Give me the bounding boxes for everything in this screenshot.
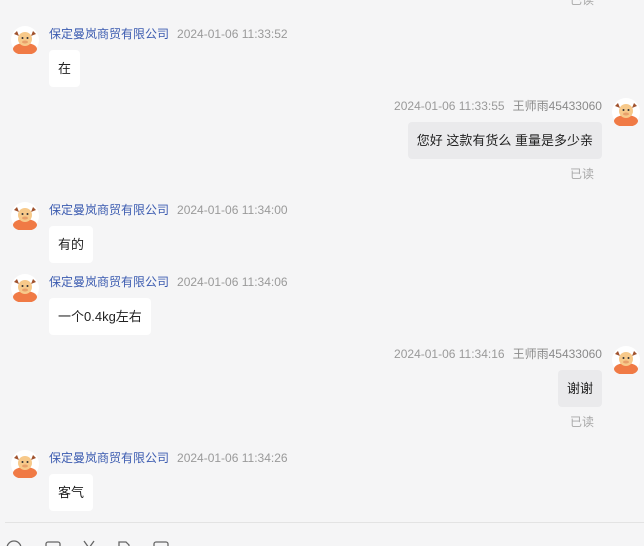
message-time: 2024-01-06 11:34:26 [177,451,288,465]
sender-name[interactable]: 保定曼岚商贸有限公司 [49,274,169,290]
message-time: 2024-01-06 11:34:16 [394,347,505,361]
message-time: 2024-01-06 11:33:55 [394,99,505,113]
read-status: 已读 [569,0,594,7]
message-time: 2024-01-06 11:33:52 [177,27,288,41]
message-meta: 保定曼岚商贸有限公司 2024-01-06 11:34:26 [49,450,288,466]
cartoon-bull-avatar-icon[interactable] [612,98,640,127]
message-bubble[interactable]: 谢谢 [557,370,602,407]
message-time: 2024-01-06 11:34:06 [177,275,288,289]
file-icon[interactable] [116,539,132,546]
message-bubble[interactable]: 客气 [49,474,94,511]
input-divider [5,522,644,523]
message-meta: 保定曼岚商贸有限公司 2024-01-06 11:34:00 [49,202,288,218]
message-bubble[interactable]: 您好 这款有货么 重量是多少亲 [407,122,602,159]
sender-name[interactable]: 保定曼岚商贸有限公司 [49,26,169,42]
image-icon[interactable] [45,539,61,546]
message-meta: 2024-01-06 11:33:55 王师雨45433060 [394,98,602,114]
cartoon-bull-avatar-icon[interactable] [612,346,640,375]
sender-name[interactable]: 保定曼岚商贸有限公司 [49,450,169,466]
message-meta: 保定曼岚商贸有限公司 2024-01-06 11:34:06 [49,274,288,290]
cartoon-bull-avatar-icon[interactable] [11,274,39,303]
cartoon-bull-avatar-icon[interactable] [11,450,39,479]
message-meta: 保定曼岚商贸有限公司 2024-01-06 11:33:52 [49,26,288,42]
cartoon-bull-avatar-icon[interactable] [11,26,39,55]
read-status: 已读 [569,167,594,181]
sender-name[interactable]: 王师雨45433060 [513,346,602,362]
message-meta: 2024-01-06 11:34:16 王师雨45433060 [394,346,602,362]
more-icon[interactable] [153,539,169,546]
chat-window: 已读 保定曼岚商贸有限公司 2024-01-06 11:33:52 在 2024… [0,0,644,546]
read-status: 已读 [569,415,594,429]
sender-name[interactable]: 保定曼岚商贸有限公司 [49,202,169,218]
sender-name[interactable]: 王师雨45433060 [513,98,602,114]
scissors-icon[interactable] [81,539,97,546]
message-time: 2024-01-06 11:34:00 [177,203,288,217]
message-bubble[interactable]: 在 [49,50,81,87]
cartoon-bull-avatar-icon[interactable] [11,202,39,231]
message-bubble[interactable]: 一个0.4kg左右 [49,298,151,335]
message-bubble[interactable]: 有的 [49,226,94,263]
emoji-icon[interactable] [6,539,22,546]
